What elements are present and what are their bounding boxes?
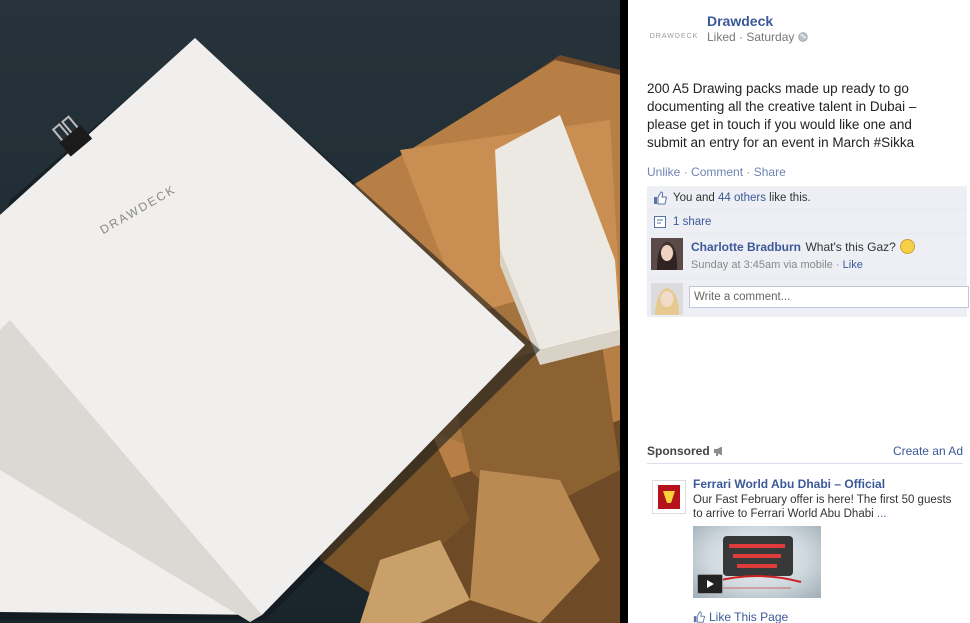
thumbs-up-icon: [693, 611, 705, 623]
post-meta-text: Liked · Saturday: [707, 30, 795, 44]
commenter-avatar[interactable]: [651, 238, 683, 270]
sponsored-section: Sponsored Create an Ad Ferrari World Abu…: [647, 444, 963, 623]
ad-page-thumbnail[interactable]: [652, 480, 686, 514]
likes-prefix: You and: [673, 191, 715, 204]
ad-item: Ferrari World Abu Dhabi – Official Our F…: [647, 474, 963, 623]
comment-meta: Sunday at 3:45am via mobile · Like: [691, 259, 961, 271]
viewer-photo: [651, 283, 683, 315]
sponsored-title: Sponsored: [647, 444, 710, 458]
photo-divider: [620, 0, 628, 623]
post-sidebar: DRAWDECK Drawdeck Liked · Saturday 200 A…: [628, 0, 970, 623]
sponsored-title-wrap: Sponsored: [647, 444, 725, 458]
sponsored-header: Sponsored Create an Ad: [647, 444, 963, 458]
likes-row: You and 44 others like this.: [647, 186, 967, 210]
post-body: 200 A5 Drawing packs made up ready to go…: [647, 81, 917, 150]
action-separator: ·: [746, 165, 754, 179]
ad-body: Our Fast February offer is here! The fir…: [693, 493, 955, 521]
comment-text: What's this Gaz?: [805, 240, 896, 254]
create-ad-link[interactable]: Create an Ad: [893, 444, 963, 458]
thumbs-up-icon: [654, 190, 667, 204]
ferrari-world-logo: [653, 481, 685, 513]
page-name-link[interactable]: Drawdeck: [707, 13, 773, 29]
ad-video-thumbnail[interactable]: [693, 526, 821, 598]
comment-timestamp: Sunday at 3:45am via mobile ·: [691, 259, 843, 271]
commenter-photo: [651, 238, 683, 270]
likes-suffix: like this.: [769, 191, 811, 204]
likes-others-link[interactable]: 44 others: [718, 192, 766, 204]
share-icon: [654, 215, 666, 228]
write-comment-input[interactable]: Write a comment...: [689, 286, 969, 308]
page-logo[interactable]: DRAWDECK: [647, 21, 701, 51]
write-comment-row: Write a comment...: [647, 279, 969, 317]
comment-link[interactable]: Comment: [691, 165, 743, 179]
megaphone-icon: [714, 446, 723, 456]
like-page-label: Like This Page: [709, 610, 789, 623]
photo-illustration: DRAWDECK: [0, 38, 620, 623]
ad-body-text: Our Fast February offer is here! The fir…: [693, 494, 952, 520]
comment-content: Charlotte Bradburn What's this Gaz? Sund…: [691, 238, 961, 271]
comment-item: Charlotte Bradburn What's this Gaz? Sund…: [647, 234, 967, 279]
comment-author-link[interactable]: Charlotte Bradburn: [691, 240, 801, 254]
play-icon: [707, 580, 714, 588]
viewer-avatar: [651, 283, 683, 315]
comment-like-link[interactable]: Like: [843, 259, 863, 271]
shares-row: 1 share: [647, 210, 967, 234]
sponsored-divider: [647, 463, 963, 464]
shares-link[interactable]: 1 share: [673, 216, 711, 228]
feedback-box: You and 44 others like this. 1 share Cha…: [647, 186, 969, 317]
post-meta: Liked · Saturday: [707, 30, 809, 44]
post-actions: Unlike · Comment · Share: [647, 165, 786, 179]
action-separator: ·: [683, 165, 692, 179]
ad-see-more-link[interactable]: ...: [877, 508, 887, 520]
play-button[interactable]: [697, 574, 723, 594]
like-page-button[interactable]: Like This Page: [693, 610, 788, 623]
globe-icon[interactable]: [798, 32, 809, 42]
smiley-emoji-icon: [900, 239, 916, 254]
post-header: DRAWDECK Drawdeck Liked · Saturday: [647, 13, 967, 47]
unlike-link[interactable]: Unlike: [647, 165, 680, 179]
post-photo[interactable]: DRAWDECK: [0, 0, 620, 623]
share-link[interactable]: Share: [754, 165, 786, 179]
ad-title-link[interactable]: Ferrari World Abu Dhabi – Official: [693, 477, 885, 491]
